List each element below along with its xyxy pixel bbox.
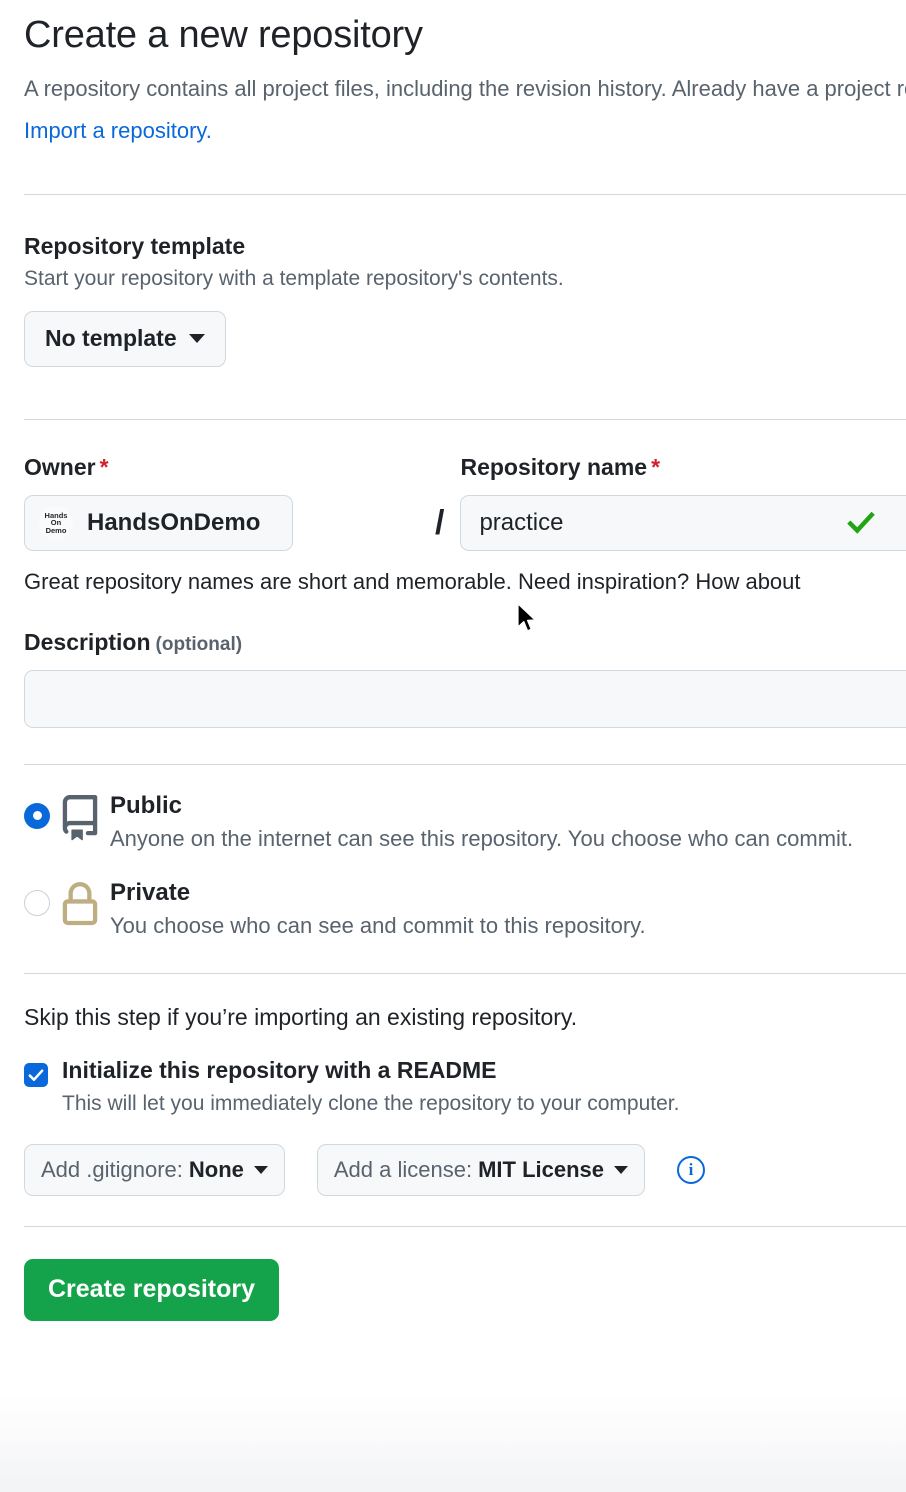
description-label-text: Description: [24, 629, 151, 655]
owner-label: Owner*: [24, 454, 419, 481]
radio-private[interactable]: [24, 890, 50, 916]
description-input[interactable]: [24, 670, 906, 728]
repository-name-label-text: Repository name: [460, 454, 647, 480]
divider: [24, 1226, 906, 1227]
page-description: A repository contains all project files,…: [24, 68, 906, 152]
required-asterisk: *: [651, 454, 660, 480]
readme-sublabel: This will let you immediately clone the …: [62, 1092, 679, 1116]
owner-name-label: HandsOnDemo: [87, 509, 260, 537]
owner-select-button[interactable]: Hands On Demo HandsOnDemo: [24, 495, 293, 551]
visibility-private-name: Private: [110, 879, 190, 906]
divider: [24, 764, 906, 765]
import-repository-link[interactable]: Import a repository.: [24, 118, 212, 143]
divider: [24, 973, 906, 974]
visibility-group: Public Anyone on the internet can see th…: [24, 791, 906, 939]
chevron-down-icon: [254, 1166, 268, 1174]
repository-name-label: Repository name*: [460, 454, 906, 481]
description-label: Description(optional): [24, 629, 906, 656]
initialize-readme-text: Initialize this repository with a README…: [62, 1057, 679, 1116]
check-icon: [27, 1066, 45, 1084]
create-repository-page: Create a new repository A repository con…: [0, 0, 906, 1492]
visibility-public-name: Public: [110, 792, 182, 819]
page-title: Create a new repository: [24, 0, 906, 60]
owner-name-separator-wrap: /: [419, 495, 460, 551]
owner-and-name-row: Owner* Hands On Demo HandsOnDemo / Repos…: [24, 454, 906, 551]
avatar-line-3: Demo: [46, 527, 67, 535]
divider: [24, 419, 906, 420]
visibility-option-private[interactable]: Private You choose who can see and commi…: [24, 878, 906, 939]
initialize-readme-row[interactable]: Initialize this repository with a README…: [24, 1057, 906, 1116]
avatar: Hands On Demo: [39, 506, 73, 540]
create-repository-button[interactable]: Create repository: [24, 1259, 279, 1321]
repository-options-row: Add .gitignore: None Add a license: MIT …: [24, 1144, 906, 1196]
gitignore-value: None: [189, 1157, 244, 1183]
chevron-down-icon: [614, 1166, 628, 1174]
description-optional-label: (optional): [156, 634, 243, 655]
visibility-private-text: Private You choose who can see and commi…: [110, 878, 646, 939]
visibility-option-public[interactable]: Public Anyone on the internet can see th…: [24, 791, 906, 852]
repository-name-field: Repository name*: [460, 454, 906, 551]
repository-name-input-wrap: [460, 495, 906, 551]
repository-name-helper-text: Great repository names are short and mem…: [24, 569, 801, 594]
owner-label-text: Owner: [24, 454, 96, 480]
template-select-label: No template: [45, 325, 177, 352]
green-check-icon: [846, 508, 876, 538]
page-description-text: A repository contains all project files,…: [24, 76, 906, 101]
info-icon[interactable]: i: [677, 1156, 705, 1184]
license-select-button[interactable]: Add a license: MIT License: [317, 1144, 645, 1196]
visibility-public-description: Anyone on the internet can see this repo…: [110, 826, 853, 852]
gitignore-prefix: Add .gitignore:: [41, 1157, 183, 1183]
repository-name-helper: Great repository names are short and mem…: [24, 569, 906, 595]
required-asterisk: *: [100, 454, 109, 480]
chevron-down-icon: [189, 334, 205, 343]
repository-name-input[interactable]: [460, 495, 906, 551]
readme-label: Initialize this repository with a README: [62, 1057, 679, 1084]
visibility-private-description: You choose who can see and commit to thi…: [110, 913, 646, 939]
template-select-button[interactable]: No template: [24, 311, 226, 367]
lock-icon: [50, 882, 110, 928]
divider: [24, 194, 906, 195]
license-prefix: Add a license:: [334, 1157, 472, 1183]
owner-field: Owner* Hands On Demo HandsOnDemo: [24, 454, 419, 551]
radio-public[interactable]: [24, 803, 50, 829]
skip-step-note: Skip this step if you’re importing an ex…: [24, 1004, 906, 1031]
gitignore-select-button[interactable]: Add .gitignore: None: [24, 1144, 285, 1196]
repository-template-heading: Repository template: [24, 233, 906, 260]
visibility-public-text: Public Anyone on the internet can see th…: [110, 791, 853, 852]
readme-checkbox[interactable]: [24, 1063, 48, 1087]
repository-template-subtext: Start your repository with a template re…: [24, 267, 906, 291]
separator-slash: /: [435, 504, 444, 542]
license-value: MIT License: [478, 1157, 604, 1183]
repo-book-icon: [50, 795, 110, 841]
